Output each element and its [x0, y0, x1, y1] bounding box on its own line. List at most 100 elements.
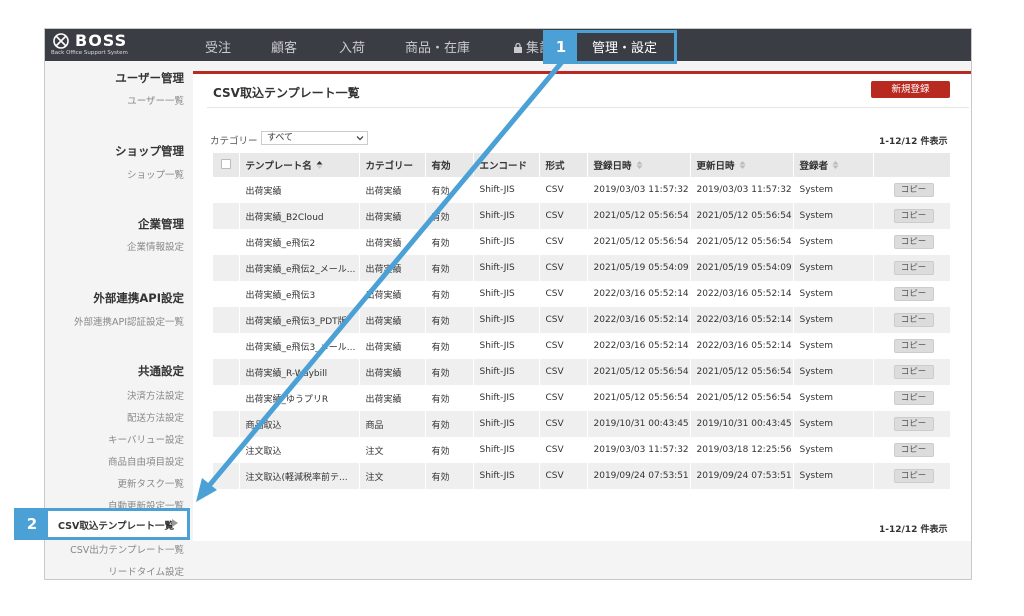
- sort-icon: [832, 161, 839, 169]
- sidebar-item-user-list[interactable]: ユーザー一覧: [127, 93, 184, 107]
- col-actions: [873, 153, 951, 177]
- nav-orders[interactable]: 受注: [205, 37, 231, 56]
- table-row[interactable]: 出荷実績_e飛伝2 出荷実績 有効 Shift-JIS CSV 2021/05/12 05…: [213, 229, 951, 255]
- cell-template-name[interactable]: 注文取込: [239, 437, 360, 463]
- row-actions: コピー: [873, 203, 951, 229]
- sidebar-item-product-fields[interactable]: 商品自由項目設定: [108, 454, 184, 468]
- sidebar-item-csv-import-highlighted[interactable]: CSV取込テンプレート一覧: [58, 518, 174, 532]
- cell-registered-by: System: [793, 255, 874, 281]
- cell-format: CSV: [539, 359, 588, 385]
- category-filter-label: カテゴリー: [210, 136, 258, 147]
- copy-button[interactable]: コピー: [893, 209, 934, 223]
- sidebar-item-update-tasks[interactable]: 更新タスク一覧: [117, 476, 184, 490]
- row-checkbox-cell: [213, 177, 240, 203]
- cell-updated-at: 2021/05/12 05:56:54: [690, 229, 794, 255]
- cell-template-name[interactable]: 出荷実績_e飛伝3: [239, 281, 360, 307]
- sidebar-item-api-auth[interactable]: 外部連携API認証設定一覧: [74, 314, 184, 328]
- sidebar-item-key-value[interactable]: キーバリュー設定: [108, 432, 184, 446]
- row-checkbox-cell: [213, 255, 240, 281]
- col-template-name[interactable]: テンプレート名: [239, 153, 360, 177]
- copy-button[interactable]: コピー: [893, 391, 934, 405]
- sort-icon: [636, 161, 643, 169]
- cell-created-at: 2021/05/19 05:54:09: [587, 255, 691, 281]
- cell-enabled: 有効: [425, 463, 474, 489]
- sidebar-item-company-info[interactable]: 企業情報設定: [127, 239, 184, 253]
- col-registered-by[interactable]: 登録者: [793, 153, 874, 177]
- sidebar-item-shop-list[interactable]: ショップ一覧: [127, 167, 184, 181]
- cell-updated-at: 2021/05/12 05:56:54: [690, 203, 794, 229]
- table-row[interactable]: 出荷実績 出荷実績 有効 Shift-JIS CSV 2019/03/03 11:57:3…: [213, 177, 951, 203]
- cell-template-name[interactable]: 出荷実績_ゆうプリR: [239, 385, 360, 411]
- sidebar-item-lead-time[interactable]: リードタイム設定: [108, 564, 184, 578]
- cell-format: CSV: [539, 203, 588, 229]
- cell-enabled: 有効: [425, 281, 474, 307]
- copy-button[interactable]: コピー: [893, 417, 934, 431]
- sidebar: ユーザー管理 ユーザー一覧 ショップ管理 ショップ一覧 企業管理 企業情報設定 …: [45, 61, 188, 579]
- row-actions: コピー: [873, 333, 951, 359]
- table-row[interactable]: 出荷実績_R-Waybill 出荷実績 有効 Shift-JIS CSV 2021/05/…: [213, 359, 951, 385]
- table-row[interactable]: 出荷実績_e飛伝2_メール... 出荷実績 有効 Shift-JIS CSV 2021/0…: [213, 255, 951, 281]
- copy-button[interactable]: コピー: [893, 469, 934, 483]
- cell-template-name[interactable]: 出荷実績_B2Cloud: [239, 203, 360, 229]
- copy-button[interactable]: コピー: [893, 339, 934, 353]
- cell-updated-at: 2022/03/16 05:52:14: [690, 281, 794, 307]
- copy-button[interactable]: コピー: [893, 313, 934, 327]
- sidebar-item-csv-export[interactable]: CSV出力テンプレート一覧: [70, 542, 184, 556]
- table-row[interactable]: 出荷実績_e飛伝3 出荷実績 有効 Shift-JIS CSV 2022/03/16 05…: [213, 281, 951, 307]
- cell-template-name[interactable]: 出荷実績_R-Waybill: [239, 359, 360, 385]
- copy-button[interactable]: コピー: [893, 287, 934, 301]
- table-row[interactable]: 商品取込 商品 有効 Shift-JIS CSV 2019/10/31 00:43:45 2…: [213, 411, 951, 437]
- cell-enabled: 有効: [425, 229, 474, 255]
- table-row[interactable]: 出荷実績_e飛伝3_メール... 出荷実績 有効 Shift-JIS CSV 2022/0…: [213, 333, 951, 359]
- nav-products-stock[interactable]: 商品・在庫: [405, 37, 470, 56]
- sidebar-group-shops: ショップ管理: [115, 144, 184, 158]
- copy-button[interactable]: コピー: [893, 183, 934, 197]
- table-row[interactable]: 注文取込 注文 有効 Shift-JIS CSV 2019/03/03 11:57:32 2…: [213, 437, 951, 463]
- copy-button[interactable]: コピー: [893, 261, 934, 275]
- col-updated-at[interactable]: 更新日時: [690, 153, 794, 177]
- cell-created-at: 2021/05/12 05:56:54: [587, 203, 691, 229]
- cell-encoding: Shift-JIS: [473, 411, 540, 437]
- row-checkbox-cell: [213, 411, 240, 437]
- cell-format: CSV: [539, 333, 588, 359]
- cell-encoding: Shift-JIS: [473, 437, 540, 463]
- cell-template-name[interactable]: 出荷実績_e飛伝3_PDT版: [239, 307, 360, 333]
- cell-template-name[interactable]: 出荷実績_e飛伝3_メール...: [239, 333, 360, 359]
- cell-category: 出荷実績: [359, 203, 426, 229]
- copy-button[interactable]: コピー: [893, 443, 934, 457]
- select-all-checkbox[interactable]: [220, 158, 231, 169]
- cell-template-name[interactable]: 商品取込: [239, 411, 360, 437]
- cell-template-name[interactable]: 出荷実績_e飛伝2: [239, 229, 360, 255]
- cell-updated-at: 2021/05/19 05:54:09: [690, 255, 794, 281]
- cell-created-at: 2022/03/16 05:52:14: [587, 281, 691, 307]
- nav-arrivals[interactable]: 入荷: [339, 37, 365, 56]
- table-row[interactable]: 出荷実績_B2Cloud 出荷実績 有効 Shift-JIS CSV 2021/05/12…: [213, 203, 951, 229]
- table-row[interactable]: 注文取込(軽減税率前テ... 注文 有効 Shift-JIS CSV 2019/09/24…: [213, 463, 951, 489]
- cell-template-name[interactable]: 出荷実績_e飛伝2_メール...: [239, 255, 360, 281]
- col-category[interactable]: カテゴリー: [359, 153, 426, 177]
- cell-template-name[interactable]: 出荷実績: [239, 177, 360, 203]
- col-encoding[interactable]: エンコード: [473, 153, 540, 177]
- col-created-at[interactable]: 登録日時: [587, 153, 691, 177]
- sidebar-item-payment[interactable]: 決済方法設定: [127, 388, 184, 402]
- callout-badge-1: 1: [545, 32, 577, 62]
- col-format[interactable]: 形式: [539, 153, 588, 177]
- cell-enabled: 有効: [425, 255, 474, 281]
- nav-customers[interactable]: 顧客: [271, 37, 297, 56]
- cell-category: 出荷実績: [359, 229, 426, 255]
- cell-created-at: 2022/03/16 05:52:14: [587, 333, 691, 359]
- cell-registered-by: System: [793, 385, 874, 411]
- table-row[interactable]: 出荷実績_ゆうプリR 出荷実績 有効 Shift-JIS CSV 2021/05/12 0…: [213, 385, 951, 411]
- col-enabled[interactable]: 有効: [425, 153, 474, 177]
- cell-template-name[interactable]: 注文取込(軽減税率前テ...: [239, 463, 360, 489]
- row-actions: コピー: [873, 229, 951, 255]
- category-select[interactable]: すべて: [261, 131, 368, 145]
- copy-button[interactable]: コピー: [893, 235, 934, 249]
- cell-registered-by: System: [793, 359, 874, 385]
- table-row[interactable]: 出荷実績_e飛伝3_PDT版 出荷実績 有効 Shift-JIS CSV 2022/03/…: [213, 307, 951, 333]
- copy-button[interactable]: コピー: [893, 365, 934, 379]
- cell-created-at: 2021/05/12 05:56:54: [587, 359, 691, 385]
- sidebar-item-delivery[interactable]: 配送方法設定: [127, 410, 184, 424]
- new-register-button[interactable]: 新規登録: [871, 81, 950, 98]
- logo[interactable]: BOSS Back Office Support System: [49, 31, 159, 59]
